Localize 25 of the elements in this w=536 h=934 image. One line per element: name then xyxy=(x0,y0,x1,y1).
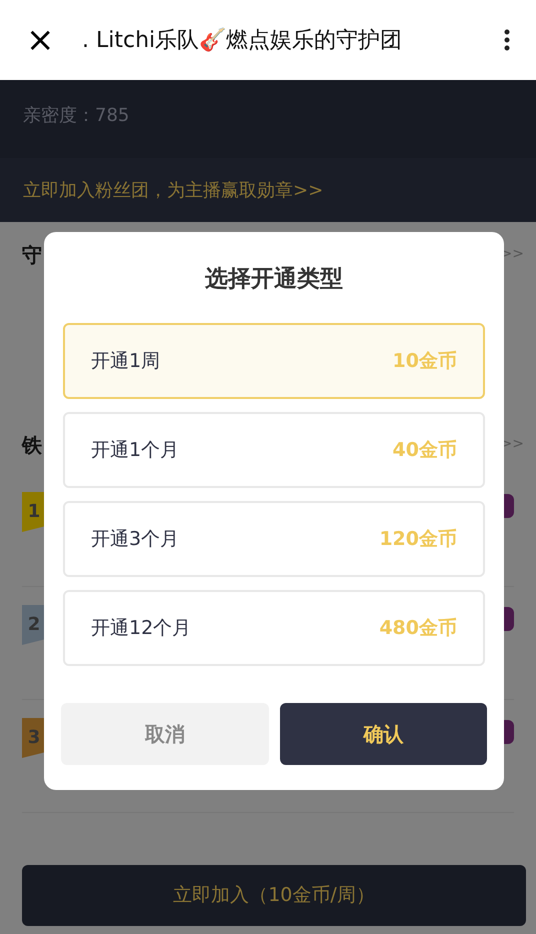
more-icon[interactable] xyxy=(504,29,510,51)
join-button[interactable]: 立即加入（10金币/周） xyxy=(22,865,526,926)
plan-price: 120金币 xyxy=(379,526,457,552)
plan-label: 开通1个月 xyxy=(91,438,180,463)
intimacy-text: 亲密度：785 xyxy=(23,105,130,126)
dialog-title: 选择开通类型 xyxy=(204,265,344,294)
join-link[interactable]: 立即加入粉丝团，为主播赢取勋章>> xyxy=(23,176,324,204)
confirm-button[interactable]: 确认 xyxy=(280,703,487,765)
plan-label: 开通1周 xyxy=(91,348,160,374)
plan-price: 480金币 xyxy=(379,616,457,641)
plan-option[interactable]: 开通1周 10金币 xyxy=(63,323,485,399)
plan-option[interactable]: 开通3个月 120金币 xyxy=(63,501,485,577)
plan-price: 40金币 xyxy=(392,438,457,463)
rank-number: 2 xyxy=(28,613,40,637)
plan-label: 开通3个月 xyxy=(91,526,180,552)
plan-label: 开通12个月 xyxy=(91,616,192,641)
page-title: . Litchi乐队🎸燃点娱乐的守护团 xyxy=(82,26,402,54)
plan-price: 10金币 xyxy=(392,348,457,374)
section-title: 守 xyxy=(22,242,42,269)
close-button[interactable]: × xyxy=(26,23,56,57)
section-title: 铁 xyxy=(22,432,42,459)
rank-number: 1 xyxy=(28,500,40,524)
plan-option[interactable]: 开通1个月 40金币 xyxy=(63,412,485,488)
rank-number: 3 xyxy=(28,726,40,750)
plan-option[interactable]: 开通12个月 480金币 xyxy=(63,590,485,666)
